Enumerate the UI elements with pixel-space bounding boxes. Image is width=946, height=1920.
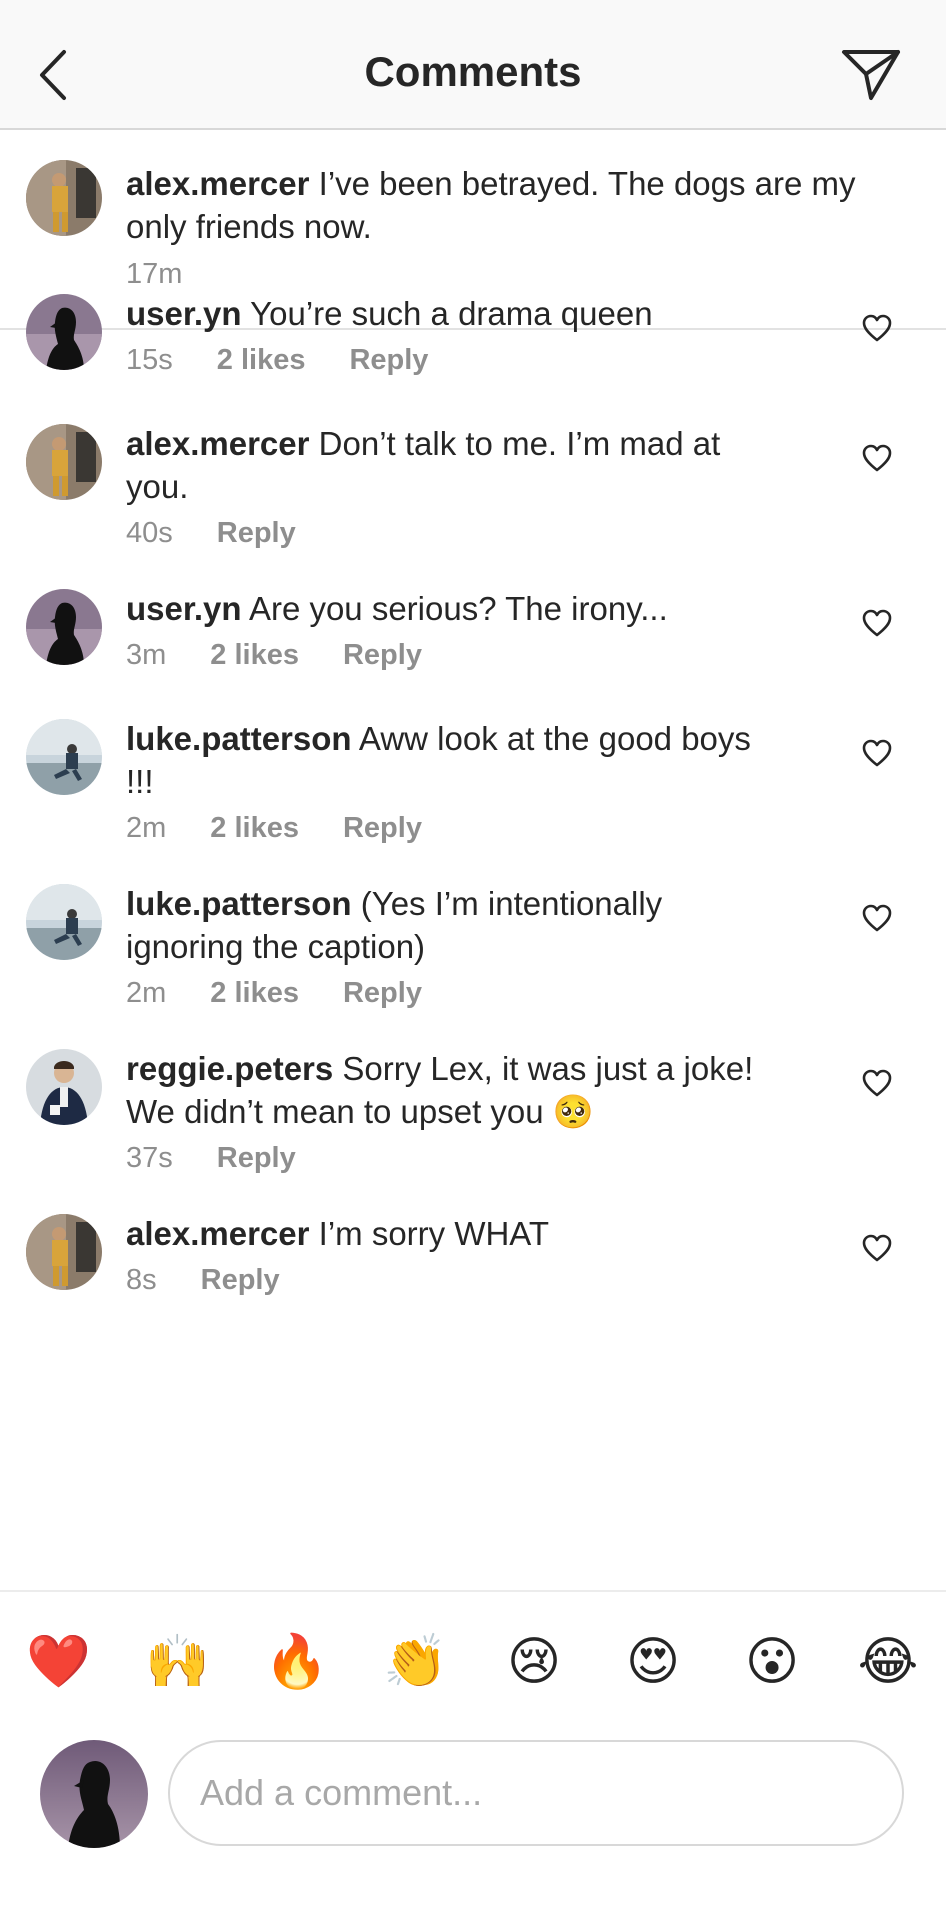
avatar[interactable] (26, 589, 102, 665)
caption-meta: 17m (126, 258, 226, 291)
comment-meta: 15s 2 likes Reply (126, 344, 472, 377)
reply-button[interactable]: Reply (343, 639, 422, 671)
avatar-silhouette-image (40, 1740, 148, 1848)
heart-icon[interactable] (862, 444, 892, 472)
comment-meta: 2m 2 likes Reply (126, 977, 466, 1010)
avatar-luke-image (26, 719, 102, 795)
header-bar: Comments (0, 0, 946, 130)
comment-body: Are you serious? The irony... (248, 590, 668, 627)
avatar[interactable] (26, 884, 102, 960)
username[interactable]: alex.mercer (126, 425, 309, 462)
reply-button[interactable]: Reply (217, 517, 296, 549)
heart-icon[interactable] (862, 904, 892, 932)
comment-composer (0, 1730, 946, 1920)
comment-text: luke.patterson Aww look at the good boys… (126, 717, 766, 803)
emoji-quick-bar: ❤️ 🙌 🔥 👏 😢 😍 😮 😂 (0, 1590, 946, 1730)
emoji-fire[interactable]: 🔥 (264, 1630, 329, 1694)
likes-count[interactable]: 2 likes (210, 639, 299, 671)
avatar-reggie-image (26, 1049, 102, 1125)
avatar[interactable] (26, 1214, 102, 1290)
avatar-silhouette-image (26, 589, 102, 665)
paper-plane-icon (842, 50, 900, 100)
caption-text: alex.mercer I’ve been betrayed. The dogs… (126, 162, 886, 248)
avatar-alex-image (26, 424, 102, 500)
my-avatar (40, 1740, 148, 1848)
likes-count[interactable]: 2 likes (210, 977, 299, 1009)
timestamp: 17m (126, 258, 183, 290)
comment-text: user.yn You’re such a drama queen (126, 292, 766, 335)
emoji-heart[interactable]: ❤️ (26, 1630, 91, 1694)
avatar[interactable] (26, 424, 102, 500)
timestamp: 2m (126, 812, 167, 844)
reply-button[interactable]: Reply (343, 977, 422, 1009)
comment-text: user.yn Are you serious? The irony... (126, 587, 766, 630)
username[interactable]: luke.patterson (126, 885, 352, 922)
avatar[interactable] (26, 160, 102, 236)
avatar-silhouette-image (26, 294, 102, 370)
heart-icon[interactable] (862, 314, 892, 342)
reply-button[interactable]: Reply (217, 1142, 296, 1174)
username[interactable]: luke.patterson (126, 720, 352, 757)
comment-text: luke.patterson (Yes I’m intentionally ig… (126, 882, 766, 968)
emoji-surprised[interactable]: 😮 (740, 1630, 804, 1694)
emoji-crying[interactable]: 😢 (502, 1630, 566, 1694)
heart-icon[interactable] (862, 609, 892, 637)
username[interactable]: alex.mercer (126, 165, 309, 202)
timestamp: 2m (126, 977, 167, 1009)
reply-button[interactable]: Reply (201, 1264, 280, 1296)
comment-text: reggie.peters Sorry Lex, it was just a j… (126, 1047, 766, 1133)
emoji-clapping[interactable]: 👏 (383, 1630, 448, 1694)
heart-icon[interactable] (862, 1234, 892, 1262)
emoji-laughing[interactable]: 😂 (856, 1630, 920, 1694)
send-button[interactable] (838, 44, 904, 104)
timestamp: 37s (126, 1142, 173, 1174)
page-title: Comments (364, 48, 582, 95)
reply-button[interactable]: Reply (343, 812, 422, 844)
likes-count[interactable]: 2 likes (210, 812, 299, 844)
avatar-alex-image (26, 160, 102, 236)
avatar-alex-image (26, 1214, 102, 1290)
avatar[interactable] (26, 294, 102, 370)
timestamp: 40s (126, 517, 173, 549)
username[interactable]: user.yn (126, 590, 242, 627)
comment-meta: 37s Reply (126, 1142, 340, 1175)
username[interactable]: reggie.peters (126, 1050, 333, 1087)
timestamp: 15s (126, 344, 173, 376)
avatar-luke-image (26, 884, 102, 960)
comment-text: alex.mercer I’m sorry WHAT (126, 1212, 766, 1255)
heart-icon[interactable] (862, 1069, 892, 1097)
comment-meta: 40s Reply (126, 517, 340, 550)
comment-meta: 2m 2 likes Reply (126, 812, 466, 845)
timestamp: 3m (126, 639, 167, 671)
username[interactable]: alex.mercer (126, 1215, 309, 1252)
comment-input[interactable] (168, 1740, 904, 1846)
comment-body: You’re such a drama queen (250, 295, 653, 332)
emoji-heart-eyes[interactable]: 😍 (621, 1630, 685, 1694)
heart-icon[interactable] (862, 739, 892, 767)
timestamp: 8s (126, 1264, 157, 1296)
likes-count[interactable]: 2 likes (217, 344, 306, 376)
username[interactable]: user.yn (126, 295, 242, 332)
reply-button[interactable]: Reply (349, 344, 428, 376)
comment-text: alex.mercer Don’t talk to me. I’m mad at… (126, 422, 766, 508)
comment-meta: 8s Reply (126, 1264, 324, 1297)
avatar[interactable] (26, 719, 102, 795)
emoji-raising-hands[interactable]: 🙌 (145, 1630, 210, 1694)
comment-body: I’m sorry WHAT (318, 1215, 550, 1252)
avatar[interactable] (26, 1049, 102, 1125)
comment-meta: 3m 2 likes Reply (126, 639, 466, 672)
